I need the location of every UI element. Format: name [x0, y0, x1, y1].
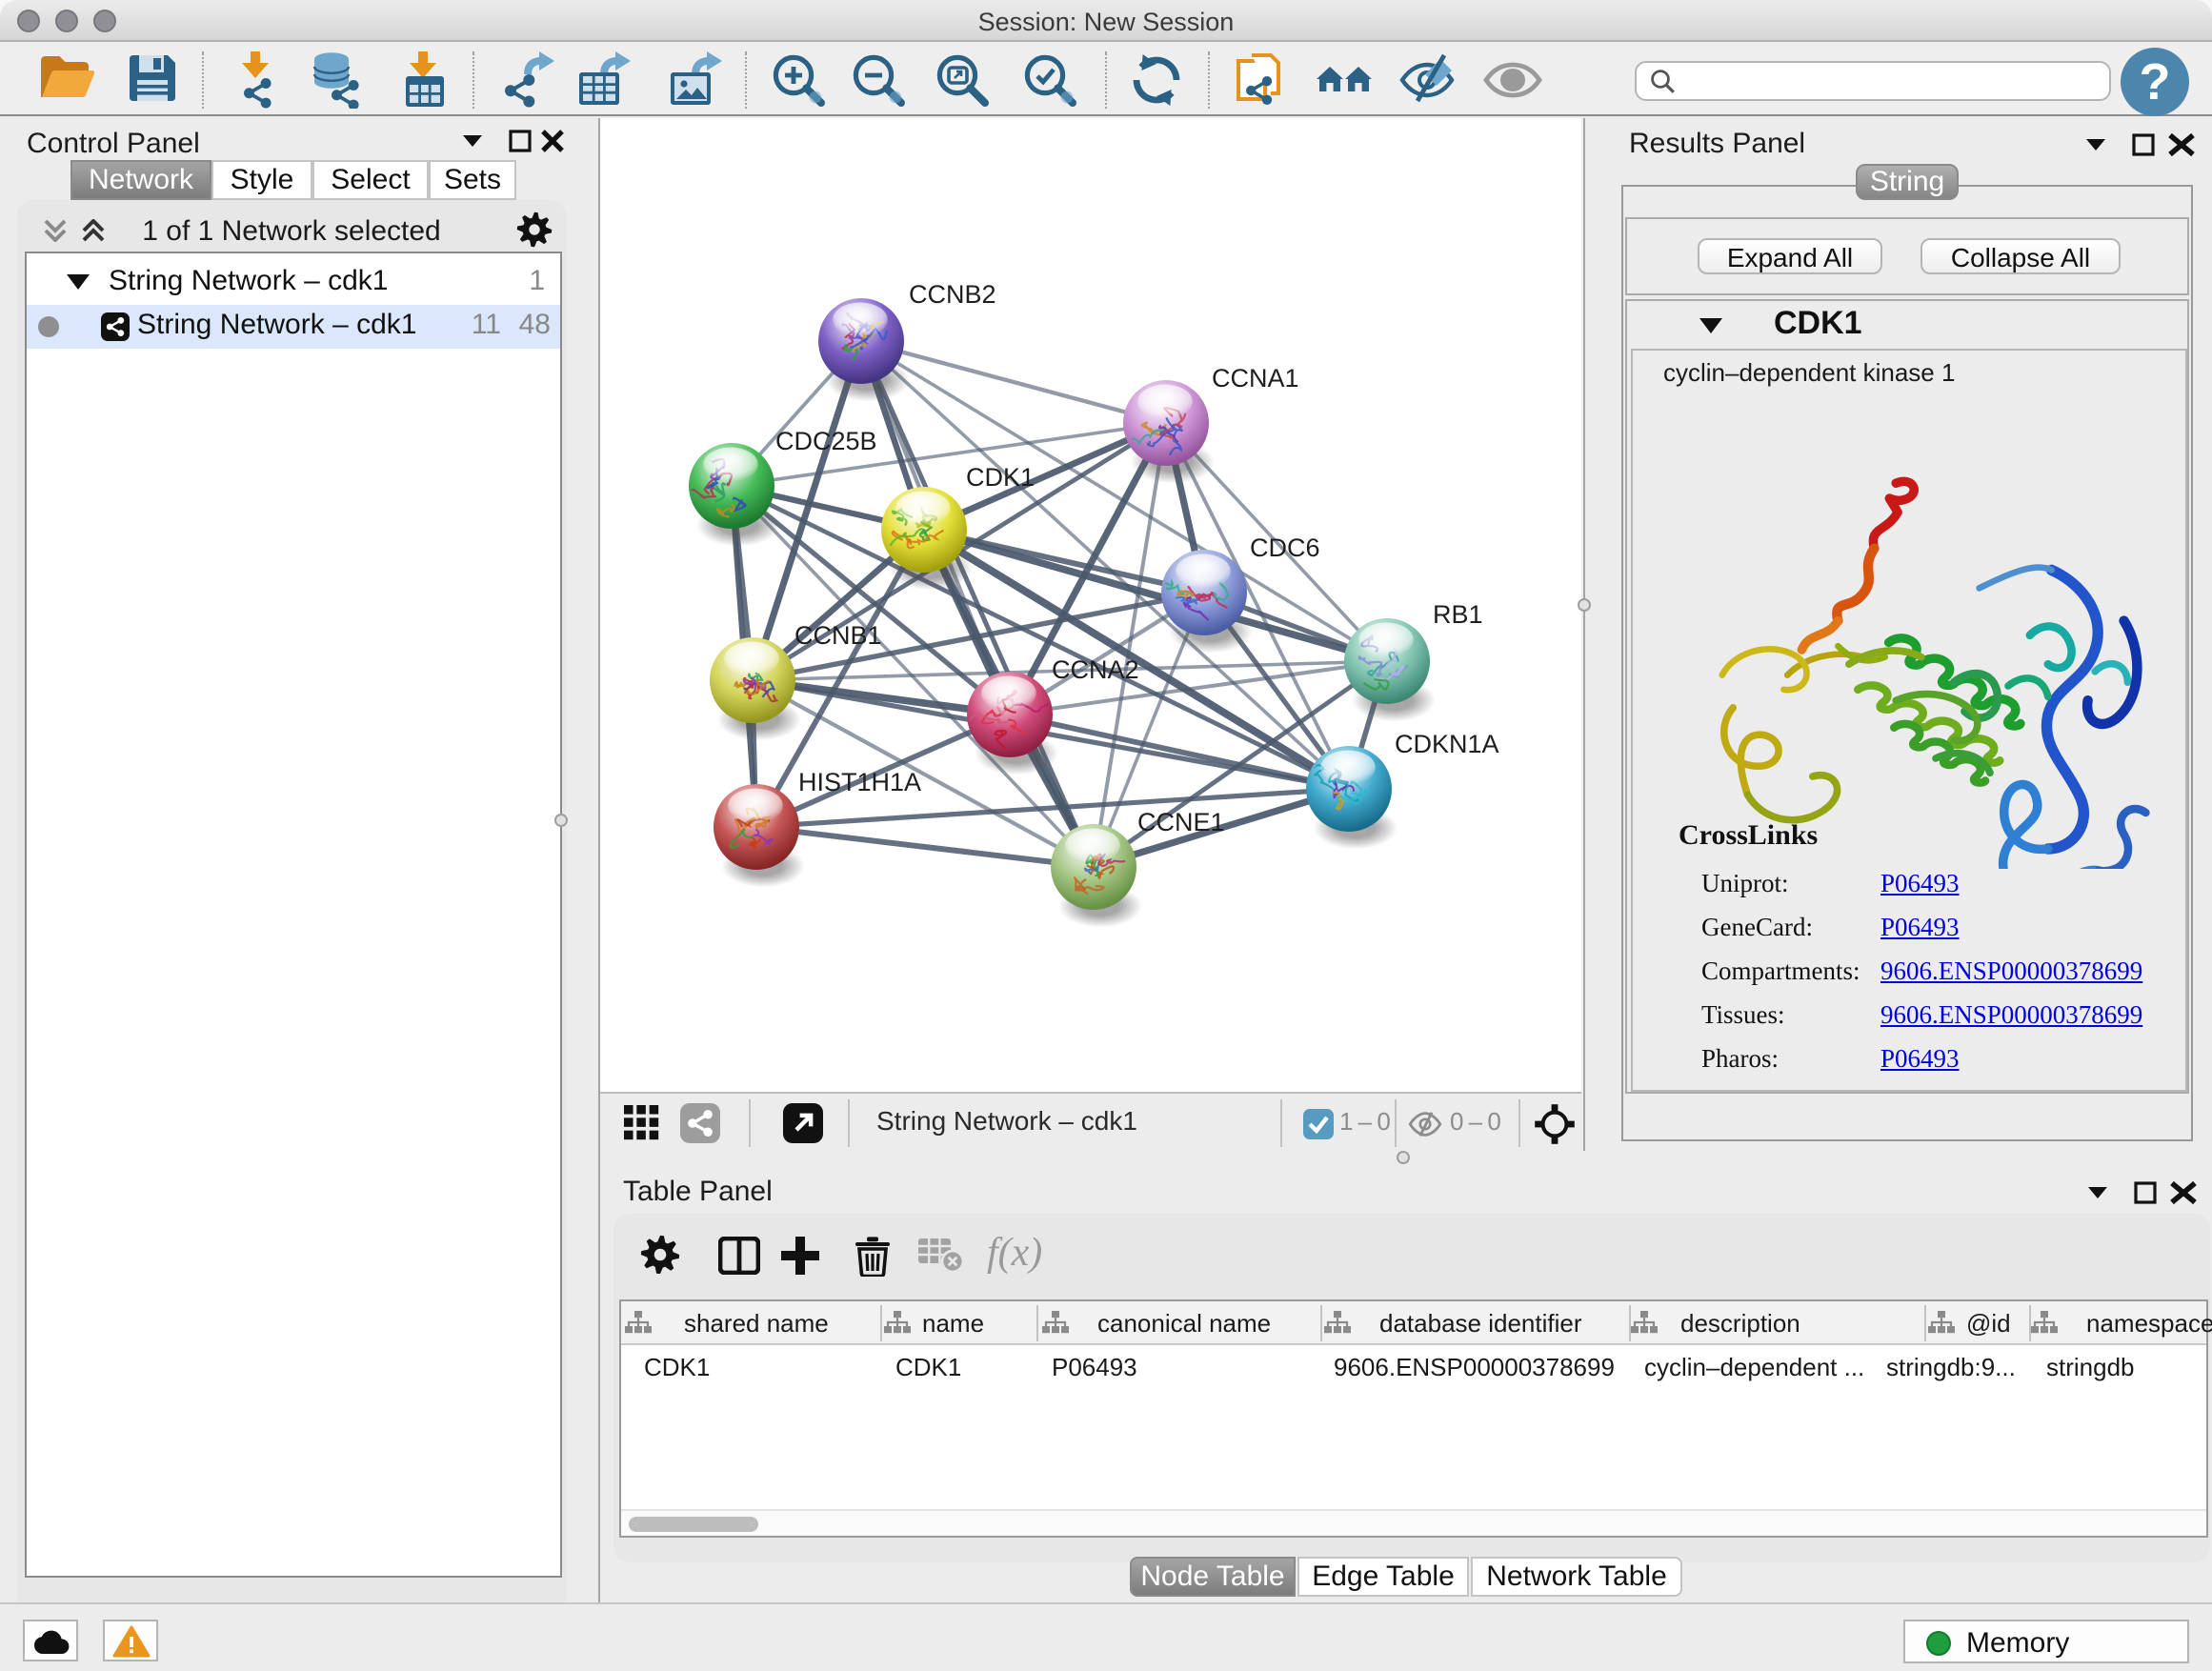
svg-text:CDC25B: CDC25B [775, 427, 877, 455]
svg-text:CDK1: CDK1 [966, 463, 1035, 492]
svg-text:CCNE1: CCNE1 [1137, 808, 1225, 836]
svg-text:CDC6: CDC6 [1250, 534, 1320, 562]
svg-text:CCNB1: CCNB1 [794, 621, 882, 650]
svg-text:CCNB2: CCNB2 [909, 280, 996, 309]
svg-text:HIST1H1A: HIST1H1A [798, 768, 921, 796]
svg-text:CCNA2: CCNA2 [1052, 655, 1139, 684]
svg-text:RB1: RB1 [1433, 600, 1483, 629]
svg-text:CCNA1: CCNA1 [1212, 364, 1299, 393]
svg-text:CDKN1A: CDKN1A [1395, 730, 1499, 758]
